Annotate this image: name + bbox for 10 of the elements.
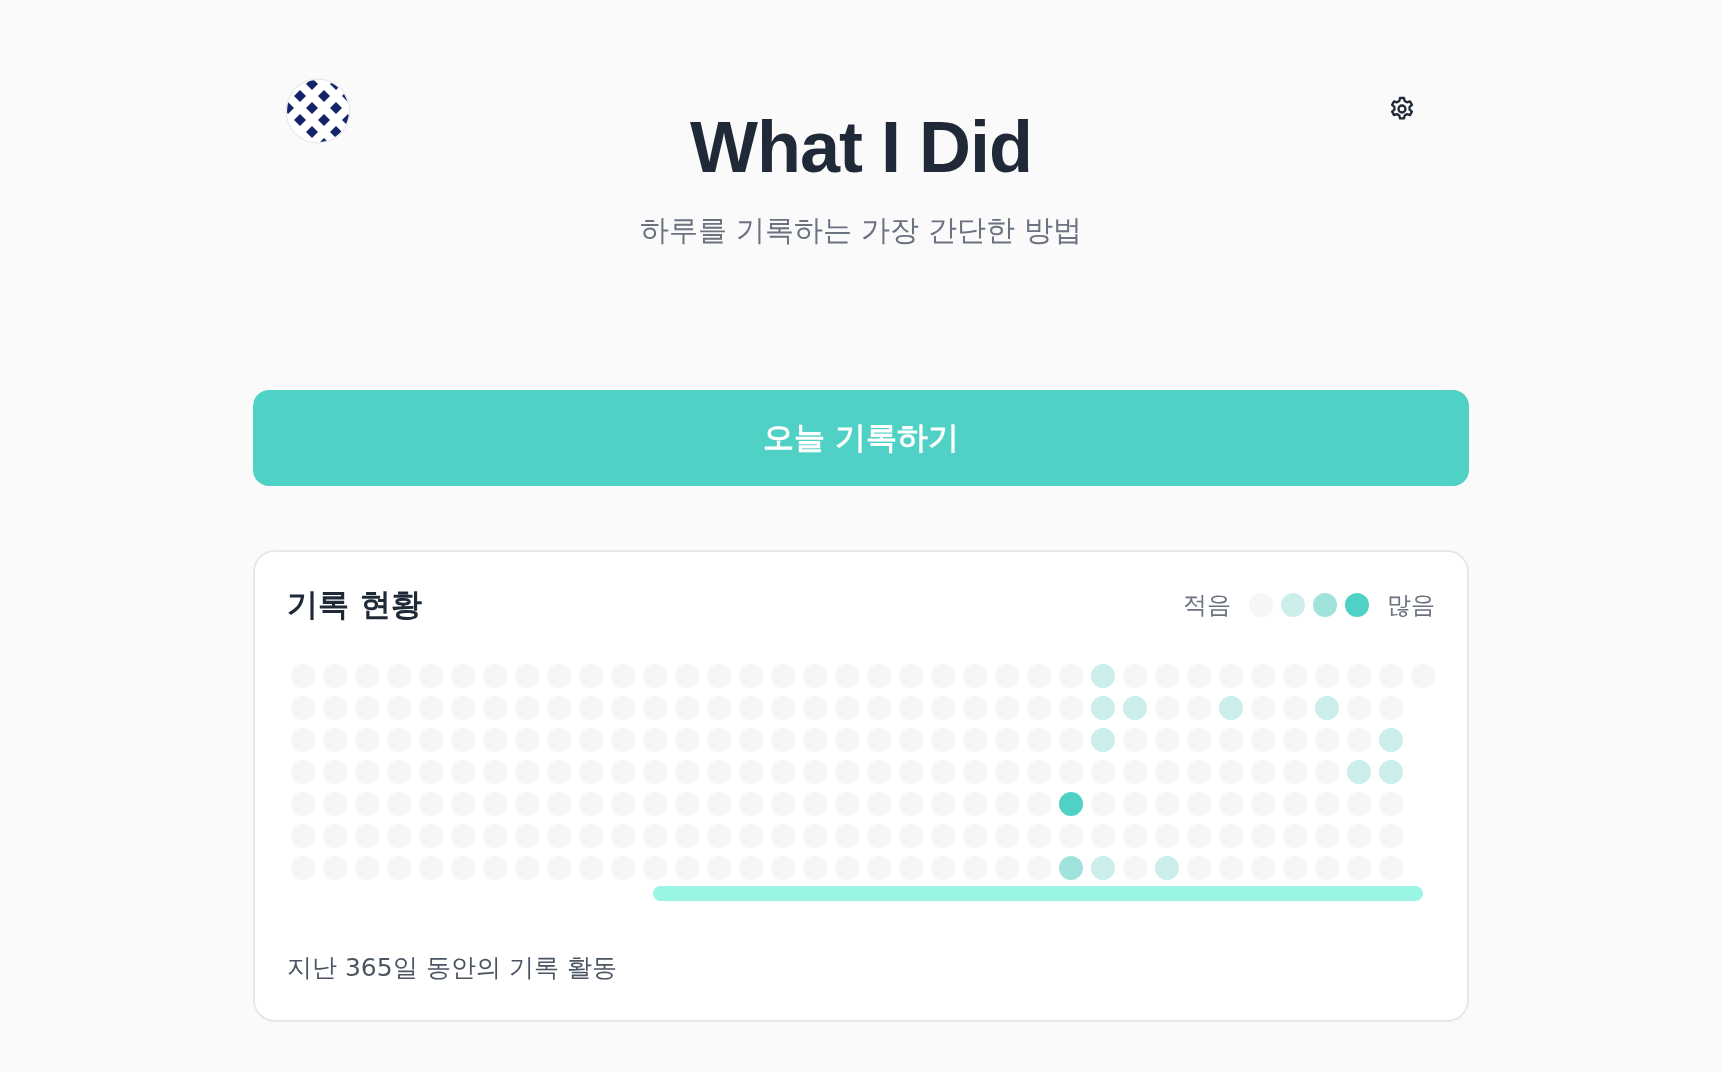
logo-icon <box>285 78 351 144</box>
scrollbar-thumb[interactable] <box>653 886 1423 901</box>
record-today-button[interactable]: 오늘 기록하기 <box>253 390 1469 486</box>
legend-label: 많음 <box>1387 590 1435 621</box>
app-title: What I Did <box>690 108 1032 188</box>
app-subtitle: 하루를 기록하는 가장 간단한 방법 <box>639 212 1083 250</box>
activity-caption: 지난 365일 동안의 기록 활동 <box>287 952 618 984</box>
legend-label: 적음 <box>1183 590 1231 621</box>
settings-icon[interactable] <box>1388 95 1416 123</box>
card-title: 기록 현황 <box>287 585 422 624</box>
